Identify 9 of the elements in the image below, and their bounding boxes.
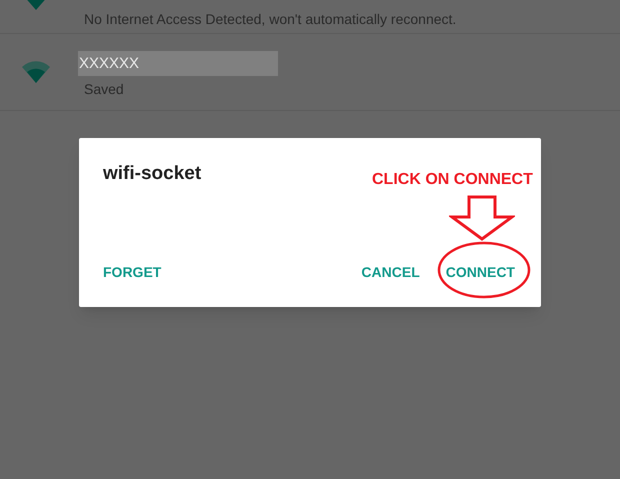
wifi-signal-icon bbox=[22, 61, 50, 83]
network-name: XXXXXX bbox=[78, 50, 278, 76]
network-status: No Internet Access Detected, won't automatically reconnect. bbox=[84, 10, 456, 29]
network-status: Saved bbox=[84, 80, 125, 98]
annotation-arrow bbox=[449, 195, 515, 241]
dialog-title: wifi-socket bbox=[103, 162, 202, 186]
forget-button[interactable]: FORGET bbox=[103, 262, 162, 283]
annotation-text: CLICK ON CONNECT bbox=[372, 170, 533, 190]
cancel-button[interactable]: CANCEL bbox=[361, 262, 420, 283]
